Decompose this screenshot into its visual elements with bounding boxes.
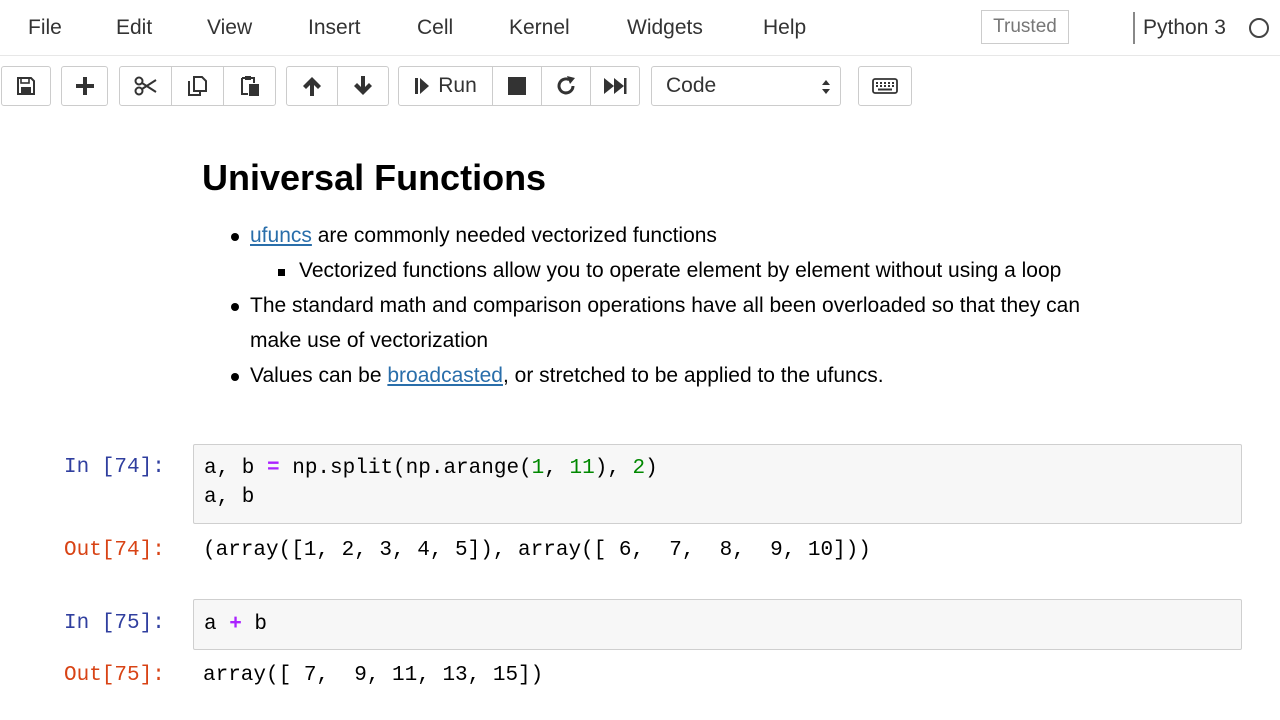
code-input[interactable]: a, b = np.split(np.arange(1, 11), 2) a, … [193, 444, 1242, 524]
menu-edit[interactable]: Edit [116, 14, 152, 42]
stop-icon [508, 77, 526, 95]
menubar: File Edit View Insert Cell Kernel Widget… [0, 0, 1280, 56]
arrow-up-icon [303, 77, 321, 96]
trusted-indicator[interactable]: Trusted [981, 10, 1069, 44]
bullet-icon [231, 303, 239, 311]
menu-help[interactable]: Help [763, 14, 806, 42]
markdown-bullet-2-line-2: make use of vectorization [250, 329, 489, 352]
restart-button[interactable] [541, 66, 591, 106]
move-up-button[interactable] [286, 66, 338, 106]
fast-forward-icon [604, 78, 627, 94]
save-group [1, 66, 51, 106]
move-group [286, 66, 389, 106]
plus-icon [75, 77, 94, 95]
interrupt-button[interactable] [492, 66, 542, 106]
run-button[interactable]: Run [398, 66, 493, 106]
command-palette-button[interactable] [858, 66, 912, 106]
code-operator: = [267, 457, 280, 480]
notebook-container: Universal Functions ufuncs are commonly … [0, 118, 1280, 720]
menu-kernel[interactable]: Kernel [509, 14, 570, 42]
kernel-name[interactable]: Python 3 [1143, 14, 1226, 42]
save-button[interactable] [1, 66, 51, 106]
cut-button[interactable] [119, 66, 172, 106]
kernel-separator [1133, 12, 1135, 44]
scissors-icon [134, 76, 157, 96]
code-operator: + [229, 613, 242, 636]
output-prompt: Out[75]: [64, 664, 165, 687]
step-forward-icon [415, 78, 430, 94]
select-arrows-icon [822, 80, 830, 94]
bullet-3-text-after: , or stretched to be applied to the ufun… [502, 364, 884, 387]
insert-group [61, 66, 108, 106]
kernel-idle-icon [1249, 18, 1269, 38]
restart-run-all-button[interactable] [590, 66, 640, 106]
markdown-bullet-1: ufuncs are commonly needed vectorized fu… [250, 222, 717, 250]
code-number: 11 [569, 457, 595, 480]
markdown-heading: Universal Functions [202, 157, 547, 198]
cell-type-value: Code [666, 74, 717, 97]
cell-output: array([ 7, 9, 11, 13, 15]) [203, 664, 544, 687]
code-token: ), [594, 457, 633, 480]
toolbar: Run Code [0, 56, 1280, 118]
code-token: b [241, 613, 268, 636]
copy-button[interactable] [171, 66, 224, 106]
run-group: Run [398, 66, 640, 106]
menu-widgets[interactable]: Widgets [627, 14, 703, 42]
menu-view[interactable]: View [207, 14, 252, 42]
input-prompt: In [75]: [64, 612, 165, 635]
paste-button[interactable] [223, 66, 276, 106]
menu-insert[interactable]: Insert [308, 14, 361, 42]
bullet-icon [231, 233, 239, 241]
code-token: np.split(np.arange( [279, 457, 532, 480]
cell-output: (array([1, 2, 3, 4, 5]), array([ 6, 7, 8… [203, 539, 871, 562]
bullet-icon [231, 373, 239, 381]
clipboard-group [119, 66, 276, 106]
keyboard-icon [872, 78, 898, 94]
code-input[interactable]: a + b [193, 599, 1242, 650]
code-number: 1 [531, 457, 545, 480]
menu-file[interactable]: File [28, 14, 62, 42]
code-token: , [544, 457, 570, 480]
paste-icon [240, 76, 259, 96]
save-icon [17, 77, 35, 95]
arrow-down-icon [354, 76, 372, 95]
code-token: ) [645, 457, 658, 480]
copy-icon [187, 76, 207, 96]
code-number: 2 [632, 457, 646, 480]
input-prompt: In [74]: [64, 456, 165, 479]
menu-cell[interactable]: Cell [417, 14, 453, 42]
broadcasted-link[interactable]: broadcasted [387, 364, 503, 387]
code-token: a, b [204, 457, 268, 480]
bullet-3-text-before: Values can be [250, 364, 388, 387]
code-token: a [204, 613, 230, 636]
insert-cell-button[interactable] [61, 66, 108, 106]
move-down-button[interactable] [337, 66, 389, 106]
ufuncs-link[interactable]: ufuncs [250, 224, 312, 247]
markdown-bullet-3: Values can be broadcasted, or stretched … [250, 362, 884, 390]
square-bullet-icon [278, 269, 285, 276]
output-prompt: Out[74]: [64, 539, 165, 562]
code-line-1: a, b = np.split(np.arange(1, 11), 2) [204, 454, 658, 483]
markdown-subbullet-1: Vectorized functions allow you to operat… [299, 259, 1062, 282]
restart-icon [557, 76, 575, 95]
cell-type-select[interactable]: Code [651, 66, 841, 106]
markdown-bullet-2-line-1: The standard math and comparison operati… [250, 294, 1081, 317]
code-line-1: a + b [204, 610, 267, 639]
code-line-2: a, b [204, 486, 255, 509]
run-label: Run [438, 74, 477, 97]
bullet-1-text: are commonly needed vectorized functions [311, 224, 717, 247]
